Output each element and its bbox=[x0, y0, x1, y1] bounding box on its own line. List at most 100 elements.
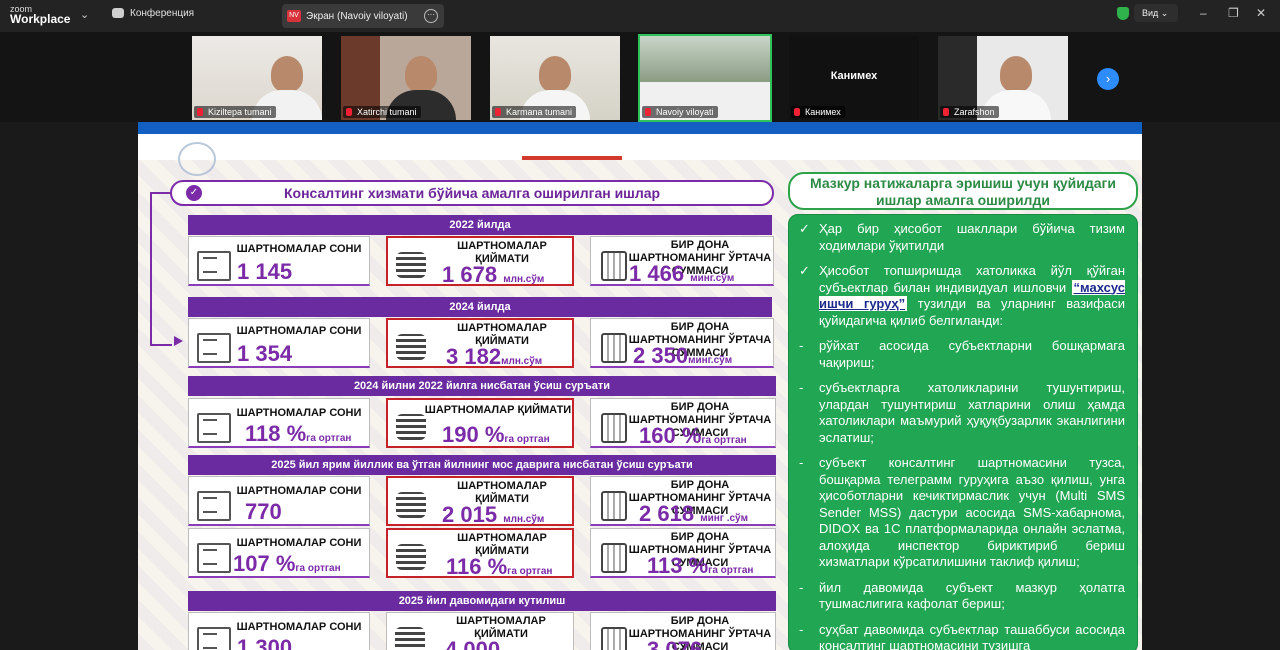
stat-value: 4 000 bbox=[445, 637, 501, 650]
stat-label: ШАРТНОМАЛАР СОНИ bbox=[236, 621, 362, 633]
connector-line bbox=[150, 192, 172, 346]
shield-icon[interactable] bbox=[1117, 7, 1129, 20]
next-page-button[interactable]: › bbox=[1097, 68, 1119, 90]
stat-value: 2 618 минг .сўм bbox=[639, 501, 749, 526]
participant-name: Karmana tumani bbox=[492, 106, 577, 118]
share-badge: NV bbox=[287, 10, 301, 22]
right-section-title: Мазкур натижаларга эришиш учун қуйидаги … bbox=[788, 172, 1138, 210]
mic-muted-icon bbox=[794, 108, 800, 116]
check-icon: ✓ bbox=[799, 221, 810, 236]
document-icon bbox=[197, 251, 231, 281]
stat-avg-box: БИР ДОНА ШАРТНОМАНИНГ ЎРТАЧА СУММАСИ 2 3… bbox=[590, 318, 774, 368]
stat-value: 2 015 млн.сўм bbox=[442, 502, 545, 527]
mic-muted-icon bbox=[645, 108, 651, 116]
stat-value: 113 %га ортган bbox=[647, 553, 754, 578]
money-stack-icon bbox=[396, 252, 426, 278]
screen-share-tab[interactable]: NV Экран (Navoiy viloyati) ··· bbox=[282, 4, 444, 28]
view-button[interactable]: Вид ⌄ bbox=[1134, 4, 1178, 22]
view-label: Вид bbox=[1142, 8, 1159, 18]
stat-value-box: ШАРТНОМАЛАР ҚИЙМАТИ 4 000 bbox=[386, 612, 574, 650]
maximize-button[interactable]: ❐ bbox=[1228, 6, 1239, 20]
participant-name: Xatirchi tumani bbox=[343, 106, 421, 118]
dash-marker: - bbox=[799, 455, 804, 470]
section-header: 2025 йил ярим йиллик ва ўтган йилнинг мо… bbox=[188, 455, 776, 475]
stat-label: ШАРТНОМАЛАР СОНИ bbox=[236, 243, 362, 255]
dash-marker: - bbox=[799, 579, 804, 595]
stat-contracts: ШАРТНОМАЛАР СОНИ 770 bbox=[188, 476, 370, 526]
section-header: 2022 йилда bbox=[188, 215, 772, 235]
stat-value: 116 %га ортган bbox=[446, 554, 553, 579]
minimize-button[interactable]: – bbox=[1200, 6, 1207, 20]
stat-value: 2 350минг.сўм bbox=[633, 343, 733, 368]
participant-video-active[interactable]: Navoiy viloyati bbox=[638, 34, 772, 122]
more-options-icon[interactable]: ··· bbox=[424, 9, 438, 23]
document-icon bbox=[197, 491, 231, 521]
dash-marker: - bbox=[799, 621, 804, 637]
list-item: ✓ Ҳисобот топширишда хатоликка йўл қўйган… bbox=[799, 263, 1125, 328]
dash-marker: - bbox=[799, 338, 804, 353]
left-title-text: Консалтинг хизмати бўйича амалга оширилг… bbox=[284, 185, 661, 201]
zoom-titlebar: zoom Workplace ⌄ Конференция NV Экран (N… bbox=[0, 0, 1280, 32]
stat-contracts: ШАРТНОМАЛАР СОНИ 1 300 bbox=[188, 612, 370, 650]
stat-avg-box: БИР ДОНА ШАРТНОМАНИНГ ЎРТАЧА СУММАСИ 3 0… bbox=[590, 612, 776, 650]
calculator-icon bbox=[601, 627, 627, 650]
participant-video[interactable]: Zarafshon bbox=[938, 36, 1068, 120]
list-item: ✓ Ҳар бир ҳисобот шакллари бўйича тизим х… bbox=[799, 221, 1125, 253]
document-icon bbox=[197, 627, 231, 650]
measures-list: ✓ Ҳар бир ҳисобот шакллари бўйича тизим х… bbox=[797, 221, 1125, 650]
zoom-logo: zoom Workplace bbox=[10, 4, 70, 25]
money-stack-icon bbox=[396, 544, 426, 570]
stat-value: 1 145 bbox=[237, 259, 293, 284]
participant-face bbox=[405, 56, 437, 92]
stat-value-box: ШАРТНОМАЛАР ҚИЙМАТИ 190 %га ортган bbox=[386, 398, 574, 448]
close-button[interactable]: ✕ bbox=[1256, 6, 1266, 20]
participant-name: Канимех bbox=[791, 106, 845, 118]
share-tab-title: Экран (Navoiy viloyati) bbox=[306, 11, 408, 22]
chevron-down-icon[interactable]: ⌄ bbox=[80, 8, 89, 21]
participant-face bbox=[539, 56, 571, 92]
stat-label: ШАРТНОМАЛАР СОНИ bbox=[236, 325, 362, 337]
chevron-right-icon: › bbox=[1105, 71, 1111, 86]
stat-value: 1 678 млн.сўм bbox=[442, 262, 545, 287]
document-icon bbox=[197, 413, 231, 443]
participant-video[interactable]: Karmana tumani bbox=[490, 36, 620, 120]
dash-marker: - bbox=[799, 380, 804, 395]
participant-avatar-text: Канимех bbox=[830, 70, 878, 82]
stat-avg-box: БИР ДОНА ШАРТНОМАНИНГ ЎРТАЧА СУММАСИ 1 4… bbox=[590, 236, 774, 286]
measures-panel: ✓ Ҳар бир ҳисобот шакллари бўйича тизим х… bbox=[788, 214, 1138, 650]
calculator-icon bbox=[601, 491, 627, 521]
stat-avg-box: БИР ДОНА ШАРТНОМАНИНГ ЎРТАЧА СУММАСИ 113… bbox=[590, 528, 776, 578]
stat-avg-box: БИР ДОНА ШАРТНОМАНИНГ ЎРТАЧА СУММАСИ 160… bbox=[590, 398, 776, 448]
mic-muted-icon bbox=[197, 108, 203, 116]
participant-video[interactable]: Канимех Канимех bbox=[789, 36, 919, 120]
participant-video[interactable]: Xatirchi tumani bbox=[341, 36, 471, 120]
calculator-icon bbox=[601, 251, 627, 281]
document-icon bbox=[197, 543, 231, 573]
stat-value: 3 182млн.сўм bbox=[446, 344, 543, 369]
stat-contracts: ШАРТНОМАЛАР СОНИ 118 %га ортган bbox=[188, 398, 370, 448]
money-stack-icon bbox=[396, 414, 426, 440]
money-stack-icon bbox=[396, 492, 426, 518]
conference-button[interactable]: Конференция bbox=[112, 8, 194, 19]
stat-value-box: ШАРТНОМАЛАР ҚИЙМАТИ 1 678 млн.сўм bbox=[386, 236, 574, 287]
stat-value-box: ШАРТНОМАЛАР ҚИЙМАТИ 3 182млн.сўм bbox=[386, 318, 574, 369]
participant-name: Kiziltepa tumani bbox=[194, 106, 276, 118]
stat-value-box: ШАРТНОМАЛАР ҚИЙМАТИ 116 %га ортган bbox=[386, 528, 574, 579]
participant-name: Zarafshon bbox=[940, 106, 999, 118]
stat-value: 107 %га ортган bbox=[233, 551, 341, 576]
calculator-icon bbox=[601, 413, 627, 443]
calculator-icon bbox=[601, 333, 627, 363]
calculator-icon bbox=[601, 543, 627, 573]
participant-video[interactable]: Kiziltepa tumani bbox=[192, 36, 322, 120]
participant-name: Navoiy viloyati bbox=[642, 106, 718, 118]
stat-value: 3 076 bbox=[647, 637, 703, 650]
left-section-title: ✓ Консалтинг хизмати бўйича амалга ошири… bbox=[170, 180, 774, 206]
mic-muted-icon bbox=[943, 108, 949, 116]
arrow-right-icon bbox=[174, 336, 183, 346]
mic-muted-icon bbox=[495, 108, 501, 116]
stat-label: ШАРТНОМАЛАР СОНИ bbox=[236, 537, 362, 549]
stat-value-box: ШАРТНОМАЛАР ҚИЙМАТИ 2 015 млн.сўм bbox=[386, 476, 574, 527]
participant-face bbox=[1000, 56, 1032, 92]
stat-contracts: ШАРТНОМАЛАР СОНИ 107 %га ортган bbox=[188, 528, 370, 578]
document-icon bbox=[197, 333, 231, 363]
